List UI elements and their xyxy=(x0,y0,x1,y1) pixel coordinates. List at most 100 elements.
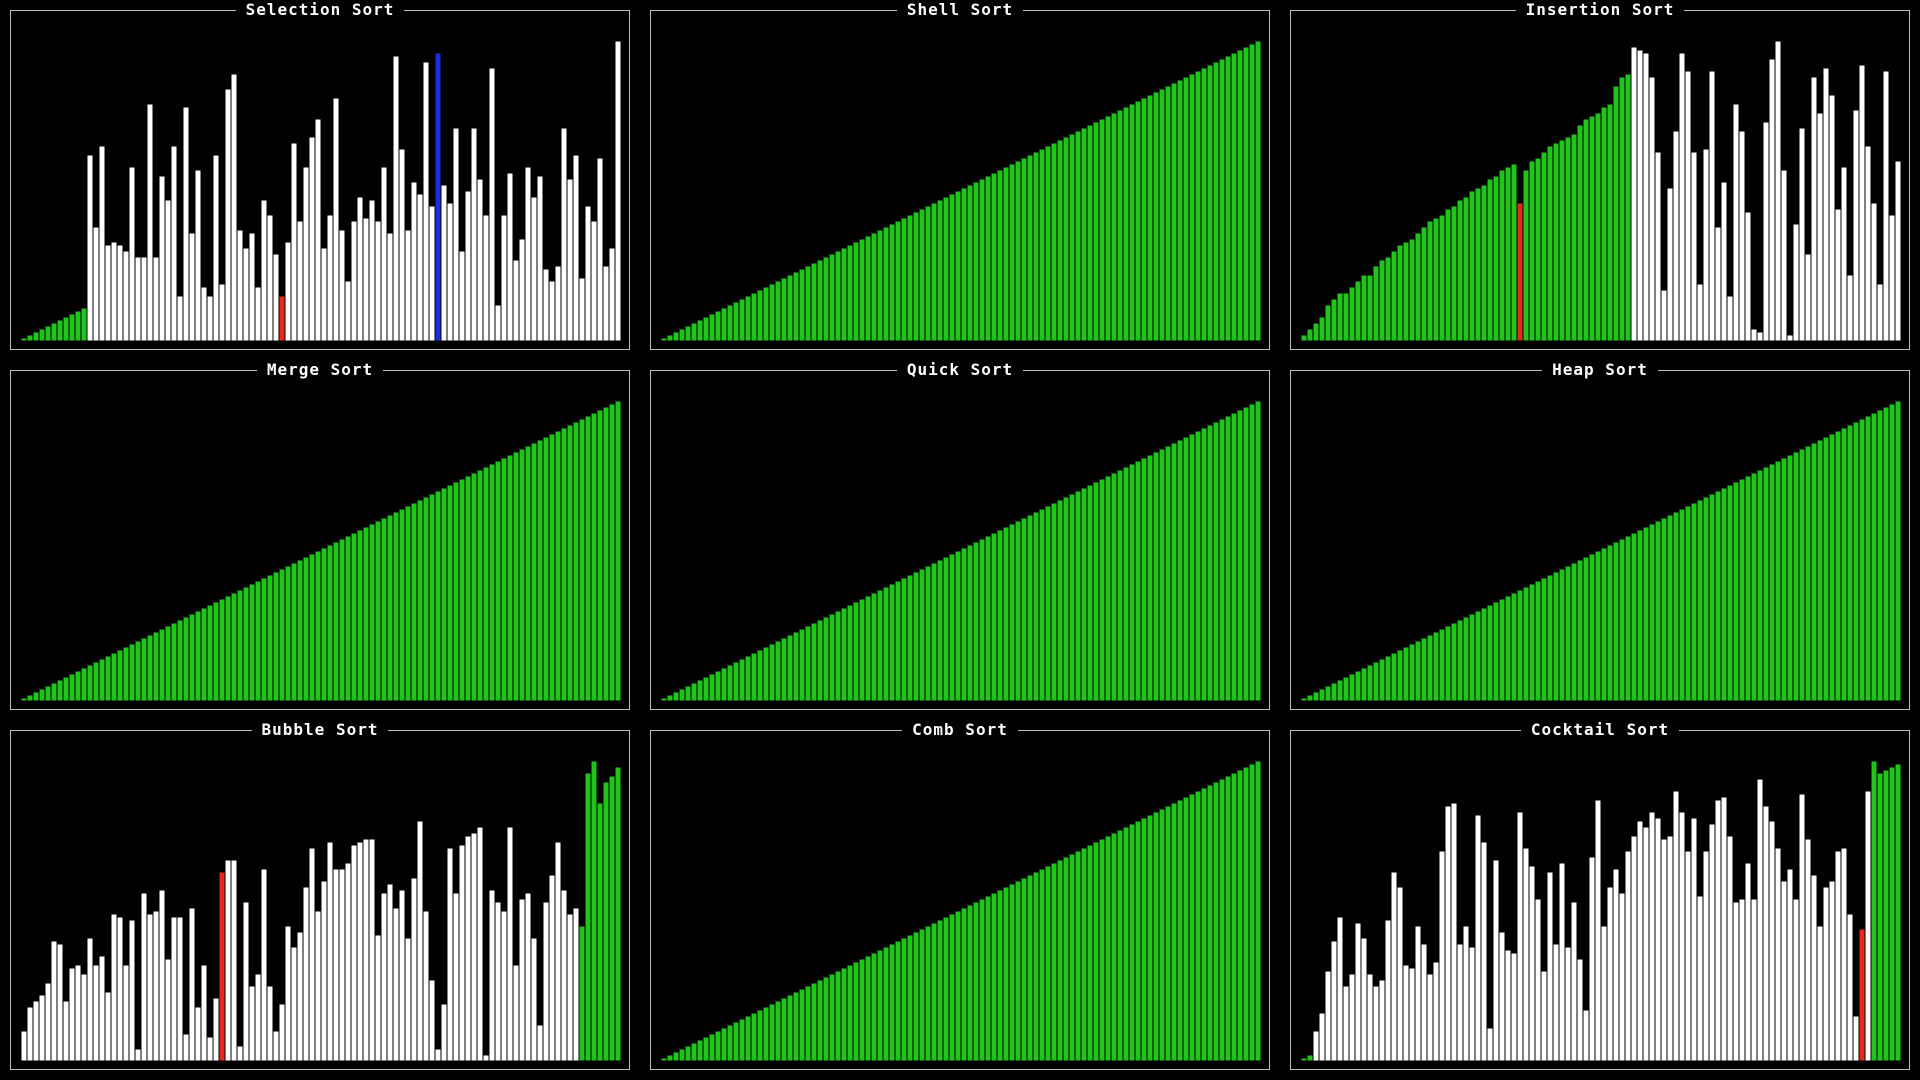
bar xyxy=(1360,274,1368,342)
bar xyxy=(536,1024,544,1062)
bar xyxy=(1474,187,1482,342)
sort-panel-cocktail-sort: Cocktail Sort xyxy=(1290,720,1910,1070)
bar xyxy=(1336,679,1344,702)
bar xyxy=(404,229,412,342)
bar xyxy=(756,649,764,702)
bar xyxy=(810,622,818,702)
bar xyxy=(1182,76,1190,342)
bar xyxy=(960,907,968,1062)
bar xyxy=(194,610,202,702)
bar xyxy=(482,214,490,342)
bar xyxy=(840,607,848,702)
bar xyxy=(924,925,932,1062)
bar xyxy=(140,892,148,1062)
bar xyxy=(1624,73,1632,342)
bar xyxy=(206,604,214,702)
bar xyxy=(254,580,262,702)
bar xyxy=(314,550,322,702)
bar xyxy=(1128,103,1136,342)
bar xyxy=(140,256,148,342)
bar xyxy=(344,280,352,342)
bar xyxy=(672,1051,680,1062)
bar xyxy=(1384,256,1392,342)
bar xyxy=(1654,817,1662,1062)
bar xyxy=(1756,331,1764,342)
bar xyxy=(744,295,752,342)
bar xyxy=(882,946,890,1062)
bar xyxy=(1032,151,1040,342)
bar xyxy=(506,172,514,342)
bar xyxy=(80,307,88,342)
bar-chart xyxy=(660,40,1262,342)
bar xyxy=(230,73,238,342)
bar xyxy=(362,217,370,342)
sort-panel-selection-sort: Selection Sort xyxy=(10,0,630,350)
bar xyxy=(20,697,28,702)
bar xyxy=(1822,67,1830,342)
bar xyxy=(1402,964,1410,1062)
bar xyxy=(1188,73,1196,342)
bar xyxy=(1858,418,1866,702)
bar xyxy=(1564,565,1572,702)
bar xyxy=(1212,421,1220,702)
bar xyxy=(1600,925,1608,1062)
bar xyxy=(170,622,178,702)
bar xyxy=(1714,799,1722,1062)
bar xyxy=(1858,928,1866,1062)
bar xyxy=(1648,811,1656,1062)
bar xyxy=(1552,943,1560,1062)
bar xyxy=(1678,811,1686,1062)
bar xyxy=(870,952,878,1062)
bar xyxy=(1576,559,1584,702)
bar xyxy=(1200,787,1208,1062)
bar xyxy=(1582,1009,1590,1062)
bar xyxy=(1336,916,1344,1062)
bar xyxy=(732,661,740,702)
bar xyxy=(894,580,902,702)
bar xyxy=(786,274,794,342)
bar xyxy=(212,154,220,342)
bar xyxy=(608,247,616,342)
bar xyxy=(954,910,962,1062)
bar xyxy=(494,304,502,342)
bar xyxy=(596,157,604,342)
bar xyxy=(254,973,262,1062)
bar xyxy=(1236,49,1244,342)
bar xyxy=(1606,103,1614,342)
bar xyxy=(314,910,322,1062)
bar xyxy=(1306,694,1314,702)
bar xyxy=(1020,157,1028,342)
bar xyxy=(1008,883,1016,1062)
bar xyxy=(1384,655,1392,702)
bar xyxy=(500,457,508,702)
bar xyxy=(392,511,400,702)
bar xyxy=(1504,595,1512,702)
bar xyxy=(224,88,232,342)
bar xyxy=(1074,850,1082,1062)
bar xyxy=(458,478,466,702)
bar xyxy=(1486,1027,1494,1062)
bar xyxy=(882,226,890,342)
bar xyxy=(62,676,70,702)
bar xyxy=(248,583,256,702)
bar xyxy=(1708,70,1716,342)
bar xyxy=(756,289,764,342)
bar xyxy=(74,310,82,342)
bar xyxy=(572,907,580,1062)
bar xyxy=(1122,106,1130,342)
bar xyxy=(1242,406,1250,702)
bar xyxy=(26,334,34,342)
bar xyxy=(56,679,64,702)
bar xyxy=(260,577,268,702)
bar xyxy=(1300,697,1308,702)
bar xyxy=(900,217,908,342)
bar xyxy=(972,541,980,702)
bar xyxy=(666,694,674,702)
bar xyxy=(1056,859,1064,1062)
bar xyxy=(876,949,884,1062)
bar xyxy=(1110,112,1118,342)
bar xyxy=(1486,178,1494,342)
bar xyxy=(828,253,836,342)
bar xyxy=(398,508,406,702)
bar xyxy=(146,634,154,702)
